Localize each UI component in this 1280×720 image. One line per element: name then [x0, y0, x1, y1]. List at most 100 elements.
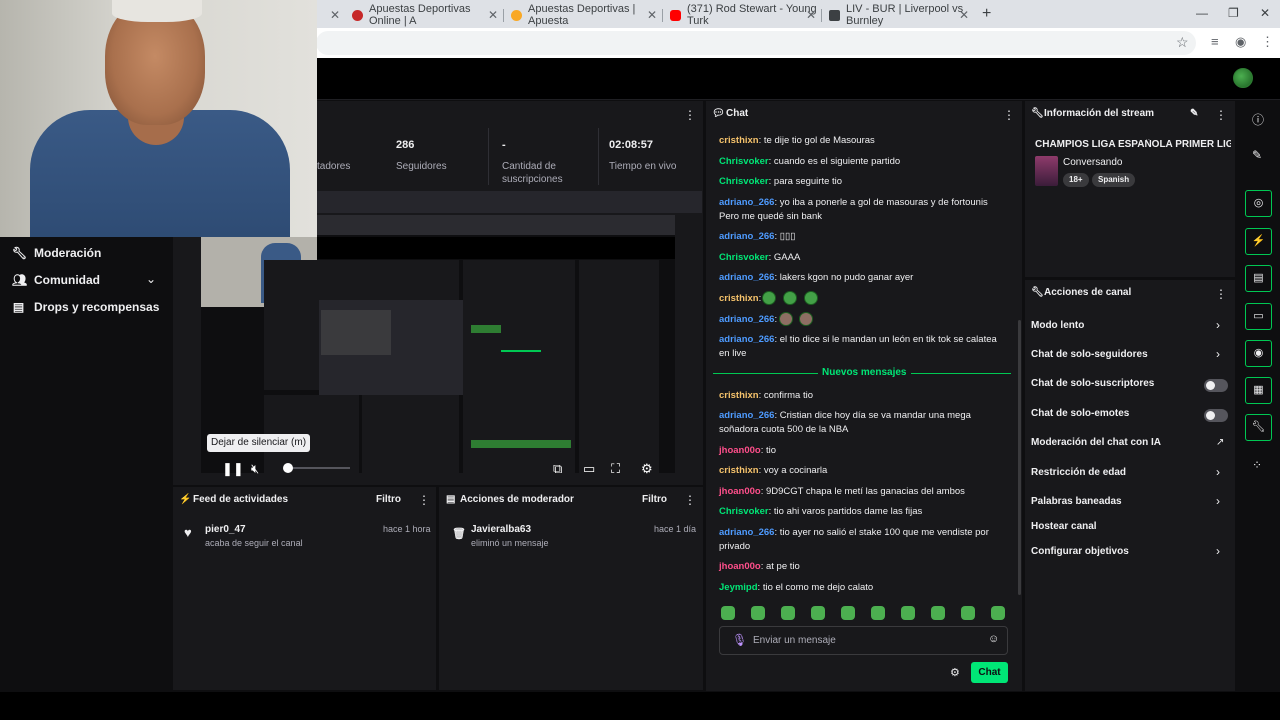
- emote-icon[interactable]: [871, 606, 885, 620]
- toggle-switch[interactable]: [1204, 379, 1228, 392]
- chat-username[interactable]: cristhixn: [719, 465, 759, 476]
- browser-tab-youtube[interactable]: (371) Rod Stewart - Young Turk ✕: [662, 3, 822, 27]
- feed-event-user[interactable]: pier0_47: [205, 524, 246, 535]
- channel-action-item[interactable]: Hostear canal: [1031, 521, 1097, 532]
- chat-username[interactable]: adriano_266: [719, 272, 774, 283]
- chat-username[interactable]: cristhixn: [719, 390, 759, 401]
- url-field[interactable]: [316, 31, 1196, 55]
- mod-action-user[interactable]: Javieralba63: [471, 524, 531, 535]
- emote-icon[interactable]: [931, 606, 945, 620]
- tab-close-icon[interactable]: ✕: [330, 8, 340, 22]
- sidebar-item-comunidad[interactable]: 👥︎ Comunidad: [12, 273, 100, 287]
- chat-settings-icon[interactable]: ⚙: [950, 666, 960, 679]
- tab-close-icon[interactable]: ✕: [806, 8, 816, 22]
- reading-list-icon[interactable]: ≡: [1211, 34, 1219, 49]
- chat-scrollbar[interactable]: [1018, 320, 1021, 595]
- chat-username[interactable]: adriano_266: [719, 314, 774, 325]
- category-boxart[interactable]: [1035, 156, 1058, 186]
- restore-button[interactable]: ❐: [1228, 6, 1239, 20]
- chat-username[interactable]: adriano_266: [719, 410, 774, 421]
- stream-category[interactable]: Conversando: [1063, 157, 1122, 168]
- emote-icon[interactable]: [781, 606, 795, 620]
- tab-close-icon[interactable]: ✕: [488, 8, 498, 22]
- chat-username[interactable]: Chrisvoker: [719, 506, 769, 517]
- emote-icon[interactable]: [811, 606, 825, 620]
- picture-in-picture-icon[interactable]: ⧉: [553, 461, 562, 477]
- channel-action-item[interactable]: Chat de solo-suscriptores: [1031, 378, 1154, 389]
- chat-username[interactable]: jhoan00o: [719, 561, 761, 572]
- chat-username[interactable]: adriano_266: [719, 527, 774, 538]
- chat-username[interactable]: adriano_266: [719, 334, 774, 345]
- emote-icon[interactable]: [961, 606, 975, 620]
- mod-filter-button[interactable]: Filtro: [642, 494, 667, 505]
- channel-action-item[interactable]: Chat de solo-seguidores: [1031, 349, 1148, 360]
- chat-username[interactable]: adriano_266: [719, 197, 774, 208]
- sidebar-item-drops[interactable]: ▤ Drops y recompensas: [12, 300, 160, 314]
- volume-track[interactable]: [288, 467, 350, 469]
- chevron-right-icon[interactable]: ›: [1216, 494, 1220, 508]
- chat-username[interactable]: adriano_266: [719, 231, 774, 242]
- profile-icon[interactable]: ◉: [1235, 34, 1246, 50]
- chat-menu-icon[interactable]: ⋮: [1003, 108, 1015, 122]
- pause-icon[interactable]: ❚❚: [222, 461, 244, 477]
- channel-actions-menu-icon[interactable]: ⋮: [1215, 287, 1227, 301]
- toggle-switch[interactable]: [1204, 409, 1228, 422]
- chat-input[interactable]: 🎙︎ Enviar un mensaje ☺: [719, 626, 1008, 655]
- feed-menu-icon[interactable]: ⋮: [418, 493, 430, 507]
- chat-username[interactable]: Chrisvoker: [719, 176, 769, 187]
- channel-action-item[interactable]: Configurar objetivos: [1031, 546, 1129, 557]
- tab-close-icon[interactable]: ✕: [959, 8, 969, 22]
- rail-bolt-icon[interactable]: ⚡: [1245, 228, 1272, 255]
- chevron-right-icon[interactable]: ›: [1216, 347, 1220, 361]
- info-icon[interactable]: ⓘ: [1252, 111, 1264, 128]
- browser-tab-apuestas-2[interactable]: Apuestas Deportivas | Apuesta ✕: [503, 3, 663, 27]
- chevron-right-icon[interactable]: ›: [1216, 318, 1220, 332]
- browser-tab-previous[interactable]: ✕: [316, 4, 344, 26]
- chat-username[interactable]: Chrisvoker: [719, 156, 769, 167]
- chevron-down-icon[interactable]: ⌄: [146, 272, 156, 286]
- muted-speaker-icon[interactable]: 🔇︎: [251, 461, 259, 477]
- chat-username[interactable]: jhoan00o: [719, 445, 761, 456]
- feed-filter-button[interactable]: Filtro: [376, 494, 401, 505]
- rail-chat-icon[interactable]: ▭: [1245, 303, 1272, 330]
- rail-wrench-icon[interactable]: 🔧︎: [1245, 414, 1272, 441]
- emote-icon[interactable]: [751, 606, 765, 620]
- channel-action-item[interactable]: Chat de solo-emotes: [1031, 408, 1129, 419]
- external-link-icon[interactable]: ↗: [1216, 437, 1224, 448]
- tab-close-icon[interactable]: ✕: [647, 8, 657, 22]
- mod-menu-icon[interactable]: ⋮: [684, 493, 696, 507]
- stream-info-menu-icon[interactable]: ⋮: [1215, 108, 1227, 122]
- edit-pencil-icon[interactable]: ✎: [1190, 108, 1198, 119]
- sidebar-item-moderacion[interactable]: 🔧︎ Moderación: [12, 246, 101, 260]
- chat-username[interactable]: cristhixn: [719, 135, 759, 146]
- chevron-right-icon[interactable]: ›: [1216, 544, 1220, 558]
- rail-document-icon[interactable]: ▤: [1245, 265, 1272, 292]
- tag-badge[interactable]: Spanish: [1092, 173, 1136, 187]
- browser-tab-liverpool[interactable]: LIV - BUR | Liverpool vs Burnley ✕: [821, 3, 973, 27]
- chat-send-button[interactable]: Chat: [971, 662, 1008, 683]
- channel-action-item[interactable]: Modo lento: [1031, 320, 1084, 331]
- new-tab-button[interactable]: +: [982, 5, 991, 23]
- bookmark-star-icon[interactable]: ☆: [1176, 34, 1189, 51]
- stats-menu-icon[interactable]: ⋮: [684, 108, 696, 122]
- rail-layout-icon[interactable]: ▦: [1245, 377, 1272, 404]
- emote-icon[interactable]: [721, 606, 735, 620]
- minimize-button[interactable]: —: [1196, 6, 1208, 20]
- chat-username[interactable]: Jeymipd: [719, 582, 758, 593]
- channel-action-item[interactable]: Palabras baneadas: [1031, 496, 1122, 507]
- browser-menu-icon[interactable]: ⋮: [1261, 34, 1274, 50]
- fullscreen-icon[interactable]: ⛶: [611, 461, 620, 477]
- emote-icon[interactable]: [991, 606, 1005, 620]
- chevron-right-icon[interactable]: ›: [1216, 465, 1220, 479]
- tag-badge[interactable]: 18+: [1063, 173, 1089, 187]
- microphone-icon[interactable]: 🎙︎: [732, 633, 747, 647]
- channel-action-item[interactable]: Moderación del chat con IA: [1031, 437, 1161, 448]
- chat-username[interactable]: Chrisvoker: [719, 252, 769, 263]
- settings-gear-icon[interactable]: ⚙: [641, 461, 653, 477]
- channel-action-item[interactable]: Restricción de edad: [1031, 467, 1126, 478]
- volume-slider-handle[interactable]: [283, 463, 293, 473]
- user-avatar[interactable]: [1233, 68, 1253, 88]
- rail-clip-icon[interactable]: ◎: [1245, 190, 1272, 217]
- pencil-icon[interactable]: ✎: [1252, 148, 1262, 162]
- close-window-button[interactable]: ✕: [1260, 6, 1270, 20]
